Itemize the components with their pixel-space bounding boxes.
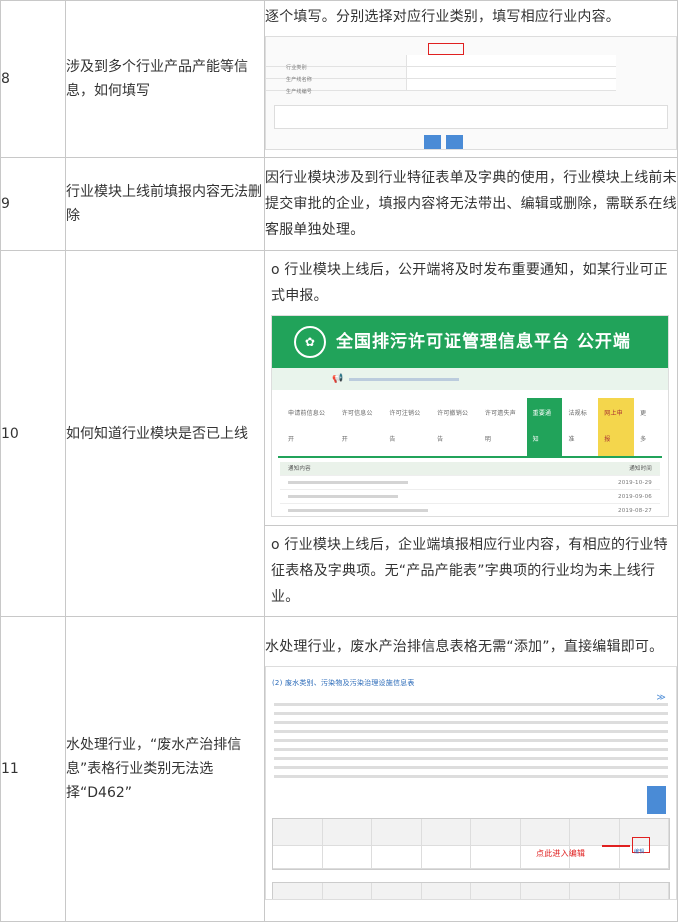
answer-cell: 因行业模块涉及到行业特征表单及字典的使用，行业模块上线前未提交审批的企业，填报内… <box>264 157 678 251</box>
faq-table: 8 涉及到多个行业产品产能等信息，如何填写 逐个填写。分别选择对应行业类别，填写… <box>0 0 678 922</box>
add-button[interactable] <box>646 786 666 814</box>
notice-table: 通知内容 通知时间 2019-10-29 2019-09-06 2019-08-… <box>280 462 660 516</box>
row-number: 11 <box>0 616 66 922</box>
megaphone-icon: 📢 <box>332 374 344 384</box>
answer-cell: o 行业模块上线后，公开端将及时发布重要通知，如某行业可正式申报。 ✿ 全国排污… <box>264 250 678 617</box>
click-to-edit-note: 点此进入编辑 <box>536 849 586 858</box>
tab[interactable]: 许可信息公开 <box>336 398 384 456</box>
wastewater-grid <box>272 818 670 870</box>
question-cell: 如何知道行业模块是否已上线 <box>65 250 265 617</box>
tab[interactable]: 许可遗失声明 <box>479 398 527 456</box>
notice-table-header: 通知内容 通知时间 <box>280 462 660 476</box>
answer-text: o 行业模块上线后，公开端将及时发布重要通知，如某行业可正式申报。 <box>271 262 668 304</box>
faq-row-11: 11 水处理行业，“废水产治排信息”表格行业类别无法选择“D462” 水处理行业… <box>0 616 678 922</box>
answer-cell: 逐个填写。分别选择对应行业类别，填写相应行业内容。 选择行业 行业类别 生产线名… <box>264 0 678 158</box>
wastewater-table-title: (2) 废水类别、污染物及污染治理设施信息表 <box>272 679 415 687</box>
platform-title: 全国排污许可证管理信息平台 公开端 <box>336 332 631 352</box>
answer-text: 逐个填写。分别选择对应行业类别，填写相应行业内容。 <box>265 9 620 25</box>
screenshot-multi-industry: 选择行业 行业类别 生产线名称 生产线编号 <box>265 36 677 150</box>
faq-row-9: 9 行业模块上线前填报内容无法删除 因行业模块涉及到行业特征表单及字典的使用，行… <box>0 157 678 251</box>
answer-text: 水处理行业，废水产治排信息表格无需“添加”，直接编辑即可。 <box>265 639 664 655</box>
tab-more[interactable]: 更多 <box>634 398 658 456</box>
form-row: 生产线名称 <box>266 67 616 83</box>
answer-text-b: o 行业模块上线后，企业端填报相应行业内容，有相应的行业特征表格及字典项。无“产… <box>271 537 668 605</box>
tab[interactable]: 许可注销公告 <box>383 398 431 456</box>
wastewater-grid-2 <box>272 882 670 899</box>
form-row: 生产线编号 <box>266 79 616 95</box>
row-number: 9 <box>0 157 66 251</box>
question-cell: 行业模块上线前填报内容无法删除 <box>65 157 265 251</box>
row-number: 8 <box>0 0 66 158</box>
platform-header: ✿ 全国排污许可证管理信息平台 公开端 <box>272 316 668 368</box>
tab[interactable]: 法规标准 <box>562 398 598 456</box>
platform-logo-icon: ✿ <box>294 326 326 358</box>
chevron-down-icon[interactable]: ≫ <box>656 685 666 711</box>
form-input[interactable] <box>406 67 616 78</box>
platform-screenshot: ✿ 全国排污许可证管理信息平台 公开端 📢 申请前信息公开 许可信息公开 许可注… <box>271 315 669 517</box>
tab-important-notice[interactable]: 重要通知 <box>526 398 563 456</box>
instruction-lines <box>266 701 676 780</box>
save-button[interactable] <box>424 135 442 149</box>
notice-row[interactable]: 2019-08-27 <box>280 504 660 516</box>
question-cell: 水处理行业，“废水产治排信息”表格行业类别无法选择“D462” <box>65 616 265 922</box>
answer-cell: 水处理行业，废水产治排信息表格无需“添加”，直接编辑即可。 (2) 废水类别、污… <box>264 616 678 922</box>
row-number: 10 <box>0 250 66 617</box>
wastewater-screenshot: (2) 废水类别、污染物及污染治理设施信息表 ≫ 点此进入编辑 编辑 <box>265 666 677 900</box>
notice-row[interactable]: 2019-09-06 <box>280 490 660 504</box>
form-row: 行业类别 <box>266 55 616 71</box>
nav-tabs: 申请前信息公开 许可信息公开 许可注销公告 许可撤销公告 许可遗失声明 重要通知… <box>278 390 662 458</box>
close-button[interactable] <box>446 135 464 149</box>
tab[interactable]: 申请前信息公开 <box>282 398 336 456</box>
form-input[interactable] <box>406 79 616 90</box>
faq-row-8: 8 涉及到多个行业产品产能等信息，如何填写 逐个填写。分别选择对应行业类别，填写… <box>0 0 678 158</box>
tab[interactable]: 许可撤销公告 <box>431 398 479 456</box>
question-cell: 涉及到多个行业产品产能等信息，如何填写 <box>65 0 265 158</box>
arrow-right-icon <box>602 845 630 847</box>
announcement-bar: 📢 <box>272 368 668 390</box>
data-grid <box>274 105 668 129</box>
notice-row[interactable]: 2019-10-29 <box>280 476 660 490</box>
tab-online-apply[interactable]: 网上申报 <box>598 398 635 456</box>
form-input[interactable] <box>406 55 616 66</box>
edit-link[interactable]: 编辑 <box>634 839 644 865</box>
button-group <box>424 133 464 149</box>
faq-row-10: 10 如何知道行业模块是否已上线 o 行业模块上线后，公开端将及时发布重要通知，… <box>0 250 678 617</box>
